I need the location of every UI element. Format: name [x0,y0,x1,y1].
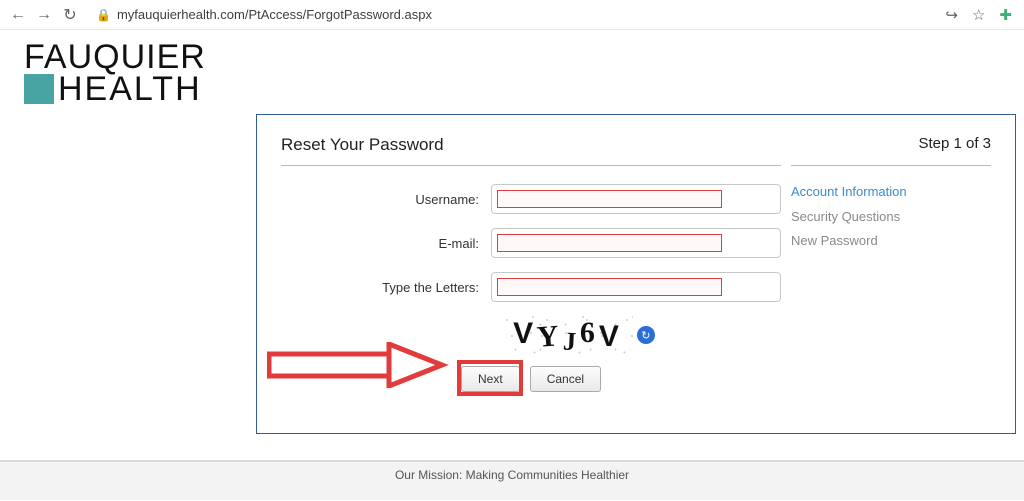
brand-logo: FAUQUIER HEALTH [24,40,1014,106]
step-account-info[interactable]: Account Information [791,180,991,205]
footer-text: Our Mission: Making Communities Healthie… [395,468,629,482]
username-input[interactable] [491,184,781,214]
reload-icon[interactable]: ↻ [60,5,80,25]
browser-bar: ← → ↻ 🔒 myfauquierhealth.com/PtAccess/Fo… [0,0,1024,30]
reset-password-card: Reset Your Password Step 1 of 3 Username… [256,114,1016,434]
forward-icon[interactable]: → [34,6,54,24]
captcha-error-highlight [497,278,722,296]
step-new-password: New Password [791,229,991,254]
page-content: FAUQUIER HEALTH Reset Your Password Step… [0,30,1024,434]
page-title: Reset Your Password [281,135,444,155]
captcha-label: Type the Letters: [382,280,479,295]
next-button[interactable]: Next [461,366,520,392]
lock-icon: 🔒 [96,8,111,22]
logo-mark-icon [24,74,54,104]
url-text: myfauquierhealth.com/PtAccess/ForgotPass… [117,7,432,22]
username-label: Username: [415,192,479,207]
email-label: E-mail: [439,236,479,251]
logo-text-1: FAUQUIER [24,40,1014,74]
captcha-image: VYJ6V [507,316,629,354]
username-error-highlight [497,190,722,208]
captcha-input[interactable] [491,272,781,302]
form-column: Username: E-mail: Type the Letters: [281,165,781,392]
step-indicator: Step 1 of 3 [918,135,991,155]
back-icon[interactable]: ← [8,6,28,24]
email-input[interactable] [491,228,781,258]
email-error-highlight [497,234,722,252]
extension-icon[interactable]: ✚ [995,6,1016,24]
step-security-questions: Security Questions [791,205,991,230]
steps-column: Account Information Security Questions N… [791,165,991,392]
share-icon[interactable]: ↪ [941,6,962,24]
address-bar[interactable]: 🔒 myfauquierhealth.com/PtAccess/ForgotPa… [86,5,442,24]
cancel-button[interactable]: Cancel [530,366,601,392]
captcha-refresh-icon[interactable]: ↻ [637,326,655,344]
footer: Our Mission: Making Communities Healthie… [0,460,1024,500]
star-icon[interactable]: ☆ [968,6,989,24]
logo-text-2: HEALTH [58,72,202,106]
